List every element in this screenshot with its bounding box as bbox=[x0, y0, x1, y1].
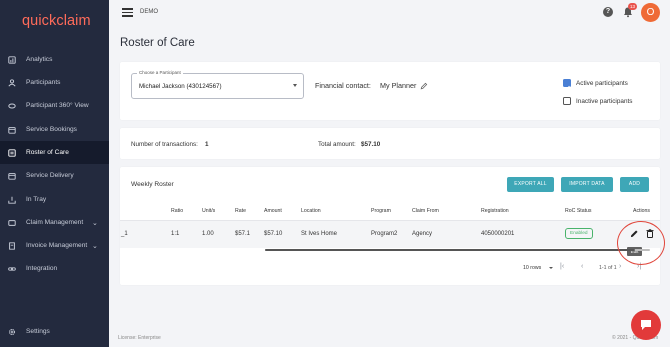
calendar-icon bbox=[7, 171, 16, 180]
sidebar-item-in-tray[interactable]: In Tray bbox=[0, 188, 109, 211]
chevron-down-icon[interactable]: ⌄ bbox=[92, 242, 98, 250]
chevron-down-icon[interactable]: ⌄ bbox=[92, 219, 98, 227]
inactive-participants-checkbox[interactable] bbox=[563, 97, 571, 105]
cell-location: St Ives Home bbox=[301, 231, 338, 237]
calendar-icon bbox=[7, 125, 16, 134]
column-header[interactable]: Amount bbox=[264, 208, 282, 214]
chat-icon bbox=[641, 320, 651, 330]
chat-button[interactable] bbox=[631, 310, 661, 340]
cell-amount: $57.10 bbox=[264, 231, 283, 237]
previous-page-icon[interactable]: ‹ bbox=[581, 263, 583, 270]
cell-registration: 4050000201 bbox=[481, 231, 515, 237]
sidebar-item-label: Participant 360° View bbox=[26, 102, 89, 109]
page-title: Roster of Care bbox=[120, 37, 195, 49]
sidebar-item-label: Claim Management bbox=[26, 219, 84, 226]
column-header[interactable]: Unit/s bbox=[202, 208, 215, 214]
filter-card: Choose a Participant Michael Jackson (43… bbox=[120, 62, 660, 120]
sidebar-item-participant-360[interactable]: Participant 360° View bbox=[0, 94, 109, 117]
next-page-icon[interactable]: › bbox=[619, 263, 621, 270]
column-header: Actions bbox=[633, 208, 651, 214]
sidebar-item-label: Participants bbox=[26, 79, 61, 86]
cell-program: Program2 bbox=[371, 231, 398, 237]
sidebar-item-invoice-management[interactable]: Invoice Management ⌄ bbox=[0, 234, 109, 257]
sidebar-item-label: Integration bbox=[26, 265, 58, 272]
export-all-button[interactable]: EXPORT ALL bbox=[507, 177, 554, 192]
environment-label: DEMO bbox=[140, 8, 158, 15]
transactions-value: 1 bbox=[205, 141, 209, 148]
check-icon bbox=[564, 85, 570, 91]
first-page-icon[interactable]: |‹ bbox=[560, 263, 564, 270]
sidebar-item-participants[interactable]: Participants bbox=[0, 71, 109, 94]
import-data-button[interactable]: IMPORT DATA bbox=[561, 177, 613, 192]
avatar[interactable]: O bbox=[641, 3, 660, 22]
view-360-icon bbox=[7, 101, 16, 110]
scrollbar-thumb[interactable] bbox=[265, 249, 635, 251]
active-participants-checkbox[interactable] bbox=[563, 79, 571, 91]
total-amount-label: Total amount: bbox=[318, 141, 356, 148]
sidebar-item-roster-of-care[interactable]: Roster of Care bbox=[0, 141, 109, 164]
sidebar-item-claim-management[interactable]: Claim Management ⌄ bbox=[0, 211, 109, 234]
cell-first: _1 bbox=[121, 231, 128, 237]
sidebar: quickclaim Analytics Participants Partic… bbox=[0, 0, 109, 347]
highlight-circle bbox=[617, 221, 665, 265]
cell-claim-from: Agency bbox=[412, 231, 433, 237]
column-header[interactable]: Rate bbox=[235, 208, 246, 214]
rows-per-page-select[interactable]: 10 rows bbox=[523, 265, 541, 271]
sidebar-item-service-delivery[interactable]: Service Delivery bbox=[0, 164, 109, 187]
add-button[interactable]: ADD bbox=[620, 177, 649, 192]
gear-icon bbox=[7, 327, 16, 336]
sidebar-item-label: Service Bookings bbox=[26, 126, 77, 133]
sidebar-item-integration[interactable]: Integration bbox=[0, 257, 109, 280]
total-amount-value: $57.10 bbox=[361, 141, 381, 148]
participant-select[interactable]: Choose a Participant Michael Jackson (43… bbox=[131, 70, 304, 99]
roster-icon bbox=[7, 148, 16, 157]
sidebar-item-service-bookings[interactable]: Service Bookings bbox=[0, 118, 109, 141]
invoice-icon bbox=[7, 241, 16, 250]
summary-card: Number of transactions: 1 Total amount: … bbox=[120, 128, 660, 159]
column-header[interactable]: RoC Status bbox=[565, 208, 592, 214]
participant-select-label: Choose a Participant bbox=[137, 70, 183, 75]
cell-units: 1.00 bbox=[202, 231, 214, 237]
sidebar-item-label: Roster of Care bbox=[26, 149, 69, 156]
active-participants-label: Active participants bbox=[576, 80, 628, 87]
caret-down-icon bbox=[549, 267, 553, 269]
sidebar-item-analytics[interactable]: Analytics bbox=[0, 48, 109, 71]
help-icon[interactable]: ? bbox=[603, 7, 613, 17]
financial-contact-label: Financial contact: bbox=[315, 81, 371, 90]
participants-icon bbox=[7, 78, 16, 87]
financial-contact-value: My Planner bbox=[380, 81, 417, 90]
tray-icon bbox=[7, 195, 16, 204]
cell-rate: $57.1 bbox=[235, 231, 251, 237]
transactions-label: Number of transactions: bbox=[131, 141, 198, 148]
caret-down-icon bbox=[293, 84, 297, 87]
notification-badge: 13 bbox=[628, 3, 637, 10]
link-icon bbox=[7, 264, 16, 273]
sidebar-item-settings[interactable]: Settings bbox=[0, 320, 109, 343]
sidebar-item-label: Invoice Management bbox=[26, 242, 88, 249]
sidebar-item-label: Settings bbox=[26, 328, 50, 335]
pencil-icon[interactable] bbox=[420, 82, 428, 90]
inactive-participants-label: Inactive participants bbox=[576, 98, 633, 105]
top-bar: DEMO ? 13 O bbox=[109, 0, 670, 27]
cell-ratio: 1:1 bbox=[171, 231, 180, 237]
claim-icon bbox=[7, 218, 16, 227]
menu-icon[interactable] bbox=[122, 8, 133, 17]
column-header[interactable]: Registration bbox=[481, 208, 509, 214]
column-header[interactable]: Program bbox=[371, 208, 391, 214]
weekly-roster-title: Weekly Roster bbox=[131, 181, 174, 188]
status-badge: Enabled bbox=[565, 228, 593, 239]
weekly-roster-card: Weekly Roster EXPORT ALL IMPORT DATA ADD… bbox=[120, 167, 660, 285]
sidebar-item-label: Service Delivery bbox=[26, 172, 74, 179]
column-header[interactable]: Location bbox=[301, 208, 321, 214]
column-header[interactable]: Claim From bbox=[412, 208, 439, 214]
pagination-info: 1-1 of 1 bbox=[599, 265, 617, 271]
participant-select-value: Michael Jackson (430124567) bbox=[139, 83, 222, 90]
license-text: License: Enterprise bbox=[118, 335, 161, 341]
analytics-icon bbox=[7, 55, 16, 64]
sidebar-item-label: In Tray bbox=[26, 196, 47, 203]
sidebar-item-label: Analytics bbox=[26, 56, 53, 63]
app-logo[interactable]: quickclaim bbox=[22, 13, 91, 29]
column-header[interactable]: Ratio bbox=[171, 208, 183, 214]
